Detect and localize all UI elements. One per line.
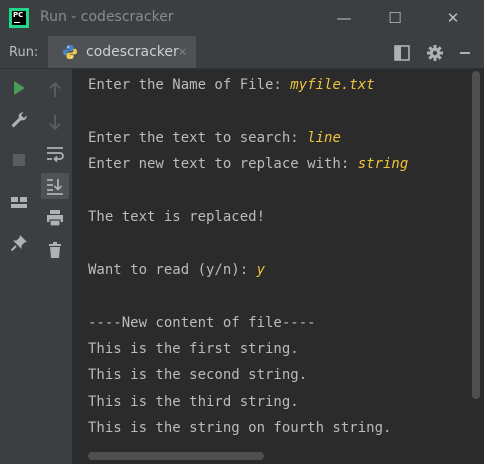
logo-text: PC [13, 11, 24, 19]
console-output-text: The text is replaced! [88, 209, 266, 225]
arrow-down-icon[interactable] [45, 112, 65, 132]
console-line: This is the third string. [88, 392, 299, 412]
run-icon[interactable] [9, 78, 29, 98]
run-label: Run: [9, 45, 39, 60]
console-output[interactable]: Enter the Name of File: myfile.txt Enter … [72, 69, 468, 464]
vertical-scrollbar[interactable] [468, 69, 484, 464]
console-output-text: Enter the text to search: [88, 129, 308, 146]
console-line: This is the first string. [88, 339, 299, 359]
console-user-input: line [307, 129, 341, 146]
console-user-input: string [357, 156, 409, 173]
console-line: This is the second string. [88, 365, 307, 385]
run-tab-codescracker[interactable]: codescracker × [48, 36, 196, 68]
console-line: The text is replaced! [88, 207, 265, 227]
scroll-to-end-icon[interactable] [45, 176, 65, 196]
trash-icon[interactable] [45, 240, 65, 260]
console-output-text: Enter the Name of File: [88, 77, 291, 93]
tab-close-icon[interactable]: × [178, 45, 187, 58]
console-output-text: Want to read (y/n): [88, 261, 257, 278]
console-output-text: This is the second string. [88, 367, 308, 384]
console-output-text: This is the first string. [88, 341, 299, 357]
run-toolbar: Run: codescracker × [0, 36, 484, 69]
console-line: Enter the Name of File: myfile.txt [88, 75, 375, 95]
console-line: Want to read (y/n): y [88, 260, 265, 280]
title-bar: PC Run - codescracker — ☐ ✕ [0, 0, 484, 36]
console-output-text: Enter new text to replace with: [88, 156, 358, 173]
close-button[interactable]: ✕ [443, 8, 463, 28]
maximize-button[interactable]: ☐ [385, 8, 405, 28]
console-line: ----New content of file---- [88, 313, 316, 333]
python-icon [62, 44, 78, 60]
minimize-button[interactable]: — [334, 8, 354, 28]
soft-wrap-icon[interactable] [45, 144, 65, 164]
console-output-text: ----New content of file---- [88, 314, 316, 331]
hide-icon[interactable] [456, 44, 474, 62]
console-line: This is the string on fourth string. [88, 418, 391, 438]
console-user-input: y [256, 261, 266, 278]
print-icon[interactable] [45, 208, 65, 228]
console-line: Enter the text to search: line [88, 128, 341, 148]
console-line: Enter new text to replace with: string [88, 154, 408, 174]
window-title: Run - codescracker [40, 9, 174, 25]
run-tab-label: codescracker [86, 44, 179, 60]
console-user-input: myfile.txt [290, 77, 375, 93]
pin-icon[interactable] [9, 233, 29, 253]
wrench-icon[interactable] [9, 110, 29, 130]
console-output-text: This is the third string. [88, 393, 299, 410]
stop-icon[interactable] [9, 150, 29, 170]
arrow-up-icon[interactable] [45, 80, 65, 100]
horizontal-scrollbar-thumb[interactable] [88, 452, 264, 460]
console-output-text: This is the string on fourth string. [88, 420, 392, 437]
layout-icon[interactable] [393, 44, 411, 62]
vertical-scrollbar-thumb[interactable] [472, 71, 480, 399]
pycharm-logo-icon: PC [9, 8, 29, 28]
layout-grid-icon[interactable] [9, 192, 29, 212]
gear-icon[interactable] [426, 44, 444, 62]
